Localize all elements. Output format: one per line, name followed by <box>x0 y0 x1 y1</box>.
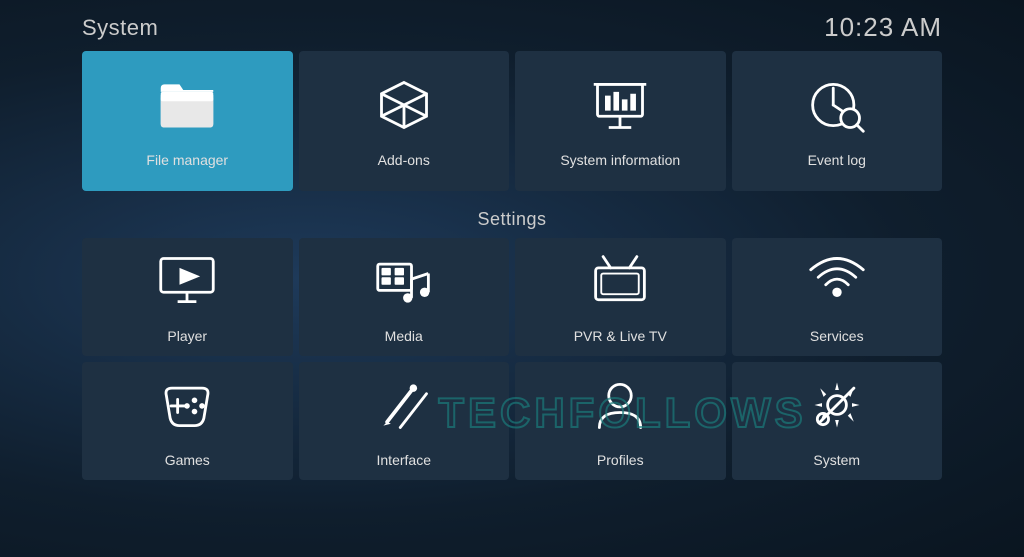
tile-profiles[interactable]: Profiles <box>515 362 726 480</box>
system-info-icon <box>590 75 650 144</box>
tile-event-log-label: Event log <box>808 152 866 168</box>
tile-pvr-live-tv-label: PVR & Live TV <box>574 328 667 344</box>
tile-profiles-label: Profiles <box>597 452 644 468</box>
pvr-icon <box>590 251 650 320</box>
media-icon <box>374 251 434 320</box>
player-icon <box>157 251 217 320</box>
tile-interface-label: Interface <box>377 452 431 468</box>
clock: 10:23 AM <box>824 12 942 43</box>
tile-media[interactable]: Media <box>299 238 510 356</box>
tile-add-ons[interactable]: Add-ons <box>299 51 510 191</box>
tile-media-label: Media <box>385 328 423 344</box>
tile-services[interactable]: Services <box>732 238 943 356</box>
tile-add-ons-label: Add-ons <box>378 152 430 168</box>
system-icon <box>807 375 867 444</box>
settings-row-2: Games Interface <box>82 362 942 480</box>
tile-pvr-live-tv[interactable]: PVR & Live TV <box>515 238 726 356</box>
settings-header: Settings <box>82 209 942 230</box>
tile-system[interactable]: System <box>732 362 943 480</box>
top-tiles-row: File manager Add-ons <box>82 51 942 191</box>
app-header: System 10:23 AM <box>82 0 942 51</box>
services-icon <box>807 251 867 320</box>
folder-icon <box>157 75 217 144</box>
tile-system-information-label: System information <box>560 152 680 168</box>
settings-row-1: Player Media <box>82 238 942 356</box>
event-log-icon <box>807 75 867 144</box>
tile-file-manager-label: File manager <box>146 152 228 168</box>
tile-system-information[interactable]: System information <box>515 51 726 191</box>
tile-services-label: Services <box>810 328 864 344</box>
tile-games-label: Games <box>165 452 210 468</box>
page-title: System <box>82 15 158 41</box>
interface-icon <box>374 375 434 444</box>
tile-event-log[interactable]: Event log <box>732 51 943 191</box>
tile-interface[interactable]: Interface <box>299 362 510 480</box>
tile-player[interactable]: Player <box>82 238 293 356</box>
tile-file-manager[interactable]: File manager <box>82 51 293 191</box>
tile-player-label: Player <box>167 328 207 344</box>
addons-icon <box>374 75 434 144</box>
tile-games[interactable]: Games <box>82 362 293 480</box>
tile-system-label: System <box>813 452 860 468</box>
profiles-icon <box>590 375 650 444</box>
games-icon <box>157 375 217 444</box>
